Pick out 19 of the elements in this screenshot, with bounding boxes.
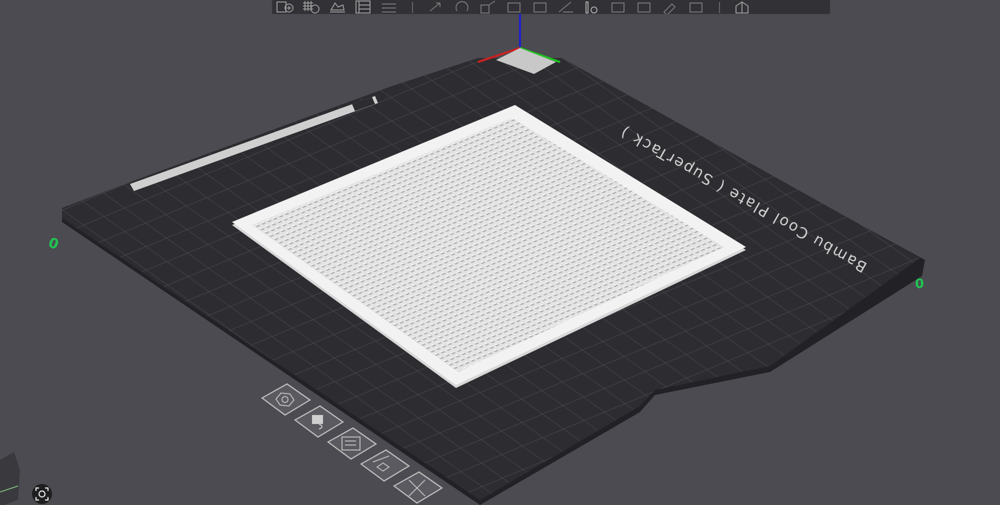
axis-label: 0 xyxy=(915,277,924,292)
cube-plus-icon[interactable] xyxy=(276,0,294,14)
scale-icon[interactable] xyxy=(479,0,497,14)
rotate-icon[interactable] xyxy=(453,0,471,14)
knife-icon[interactable] xyxy=(557,0,575,14)
layout-tool-button[interactable] xyxy=(326,427,378,460)
close-tool-button[interactable] xyxy=(392,471,444,504)
edit-tool-button[interactable] xyxy=(360,449,410,482)
square-icon[interactable] xyxy=(505,0,523,14)
square-icon[interactable] xyxy=(609,0,627,14)
nozzle-tool-button[interactable] xyxy=(260,383,312,416)
square-icon[interactable] xyxy=(635,0,653,14)
grid-plus-icon[interactable] xyxy=(302,0,320,14)
square-icon[interactable] xyxy=(531,0,549,14)
spool-tool-button[interactable] xyxy=(294,405,344,438)
axis-label: 0 xyxy=(46,232,62,252)
square-icon[interactable] xyxy=(687,0,705,14)
panel-icon[interactable] xyxy=(354,0,372,14)
fit-view-button[interactable] xyxy=(32,484,52,504)
